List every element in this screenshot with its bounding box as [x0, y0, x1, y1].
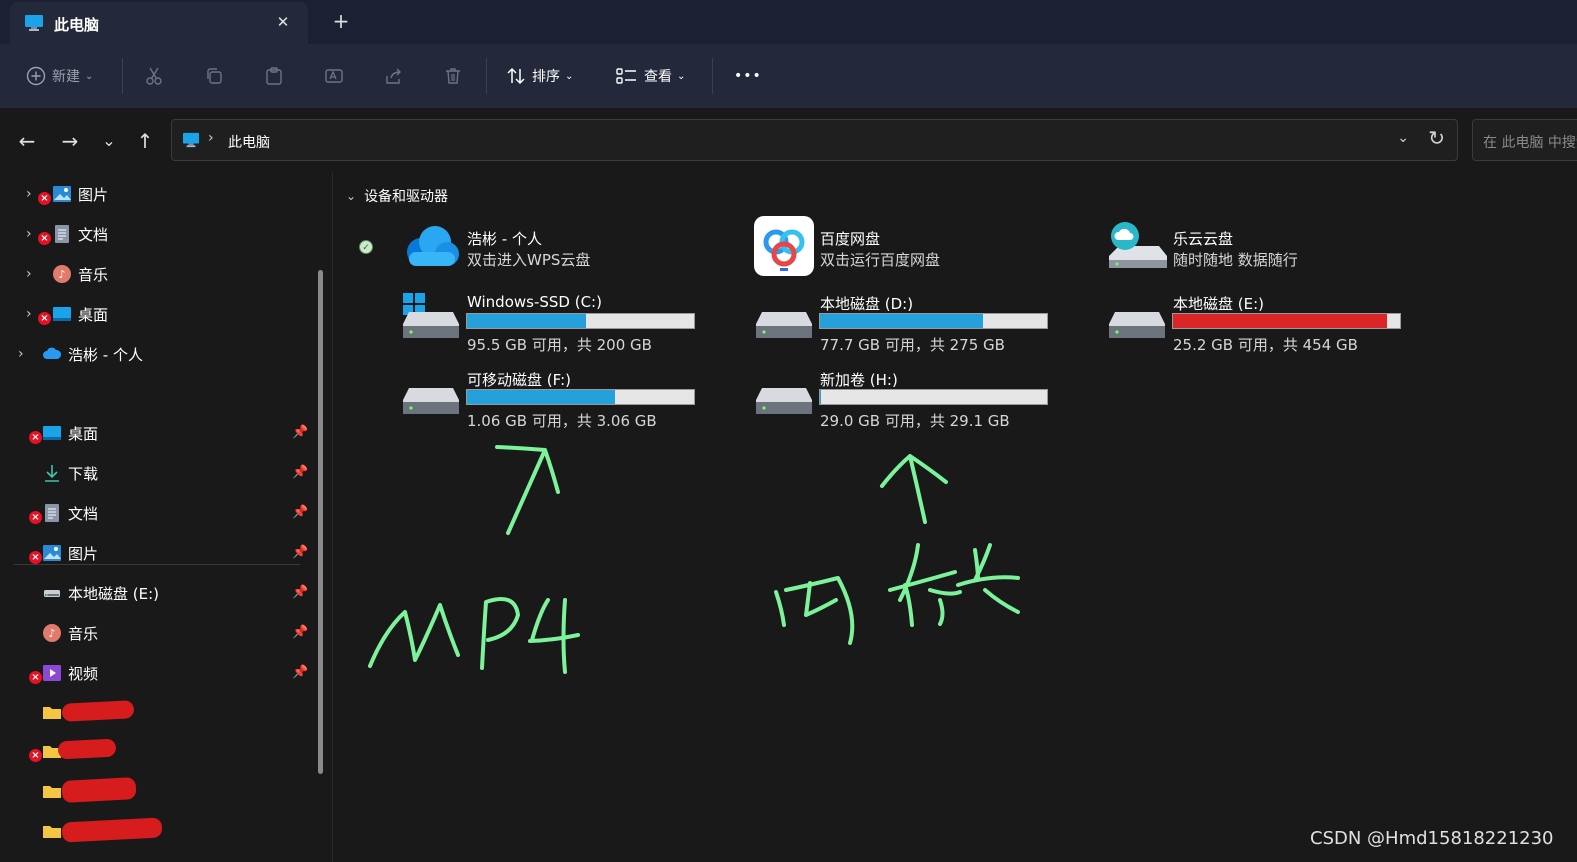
watermark-text: CSDN @Hmd15818221230	[1310, 828, 1554, 849]
handwritten-annotations	[368, 445, 1020, 674]
arrow-to-drive-h	[880, 454, 948, 524]
ink-mp4-text	[368, 597, 580, 674]
ink-memory-card-text	[774, 543, 1020, 645]
arrow-to-drive-f	[495, 445, 560, 535]
